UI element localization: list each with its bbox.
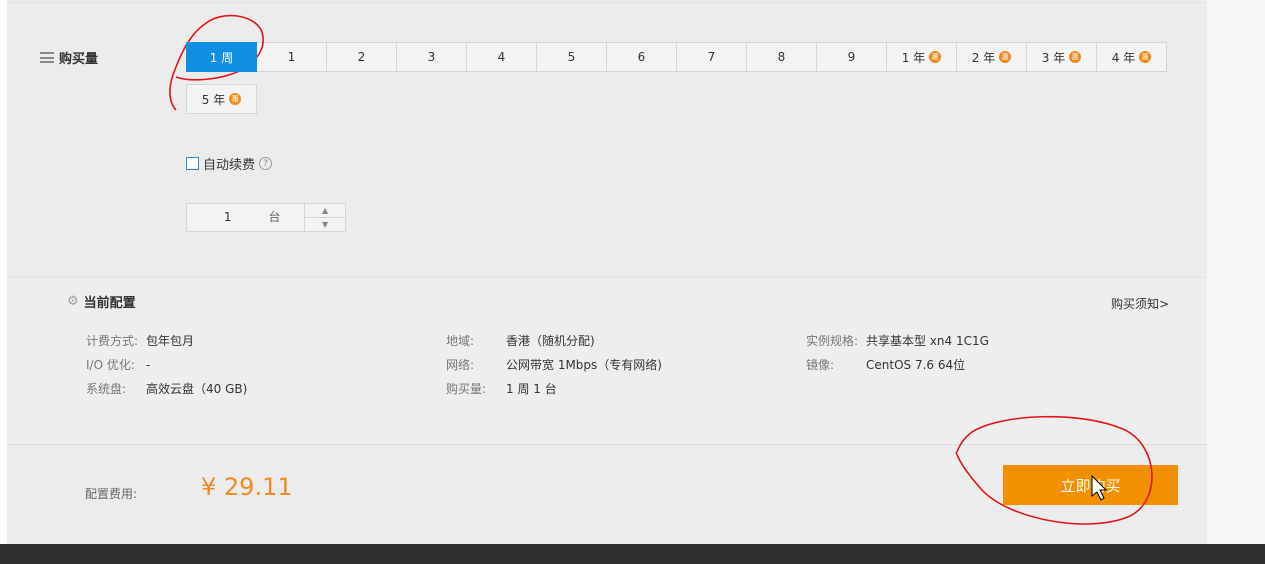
config-item-instance: 实例规格: 共享基本型 xn4 1C1G [806, 334, 989, 348]
buy-now-button[interactable]: 立即购买 [1003, 465, 1178, 505]
config-item-io: I/O 优化: - [86, 358, 151, 372]
discount-icon: 惠 [1069, 51, 1082, 63]
fee-value: ¥ 29.11 [201, 473, 293, 501]
duration-1-week[interactable]: 1 周 [186, 42, 257, 72]
duration-selector: 1 周 1 2 3 4 5 6 7 8 9 1 年惠 2 年惠 3 年惠 4 年… [186, 42, 1181, 114]
quantity-label: 购买量 [40, 48, 98, 67]
duration-4-year[interactable]: 4 年惠 [1096, 42, 1167, 72]
fee-label: 配置费用: [85, 487, 138, 501]
duration-2-month[interactable]: 2 [326, 42, 397, 72]
duration-3-year[interactable]: 3 年惠 [1026, 42, 1097, 72]
config-item-image: 镜像: CentOS 7.6 64位 [806, 358, 966, 372]
config-item-network: 网络: 公网带宽 1Mbps（专有网络) [446, 358, 662, 372]
config-item-billing: 计费方式: 包年包月 [86, 334, 195, 348]
duration-9-month[interactable]: 9 [816, 42, 887, 72]
config-item-disk: 系统盘: 高效云盘（40 GB) [86, 382, 248, 396]
autorenew-checkbox[interactable] [186, 157, 199, 170]
stepper-arrows: ▲ ▼ [304, 204, 345, 231]
gear-icon: ⚙ [67, 294, 79, 309]
duration-5-year[interactable]: 5 年惠 [186, 84, 257, 114]
autorenew-label: 自动续费 [203, 158, 256, 173]
duration-1-month[interactable]: 1 [256, 42, 327, 72]
decrement-button[interactable]: ▼ [305, 218, 345, 231]
divider [7, 2, 1207, 3]
discount-icon: 惠 [229, 93, 242, 105]
quantity-stepper[interactable]: 1 台 ▲ ▼ [186, 203, 346, 232]
config-title: ⚙ 当前配置 [67, 294, 136, 311]
discount-icon: 惠 [929, 51, 942, 63]
duration-5-month[interactable]: 5 [536, 42, 607, 72]
duration-6-month[interactable]: 6 [606, 42, 677, 72]
stepper-value[interactable]: 1 [187, 204, 268, 231]
config-item-region: 地域: 香港（随机分配) [446, 334, 595, 348]
help-icon[interactable]: ? [259, 157, 273, 170]
discount-icon: 惠 [999, 51, 1012, 63]
list-icon [40, 52, 54, 63]
stepper-unit: 台 [268, 210, 281, 224]
duration-8-month[interactable]: 8 [746, 42, 817, 72]
duration-2-year[interactable]: 2 年惠 [956, 42, 1027, 72]
quantity-label-text: 购买量 [59, 52, 99, 67]
duration-3-month[interactable]: 3 [396, 42, 467, 72]
autorenew-option[interactable]: 自动续费 ? [186, 154, 273, 173]
duration-4-month[interactable]: 4 [466, 42, 537, 72]
taskbar [0, 544, 1265, 564]
right-gutter [1207, 0, 1265, 544]
purchase-notice-link[interactable]: 购买须知> [1111, 295, 1169, 312]
duration-7-month[interactable]: 7 [676, 42, 747, 72]
price-footer: 配置费用: ¥ 29.11 立即购买 [7, 444, 1207, 545]
duration-1-year[interactable]: 1 年惠 [886, 42, 957, 72]
increment-button[interactable]: ▲ [305, 204, 345, 218]
discount-icon: 惠 [1139, 51, 1152, 63]
config-item-quantity: 购买量: 1 周 1 台 [446, 382, 557, 396]
